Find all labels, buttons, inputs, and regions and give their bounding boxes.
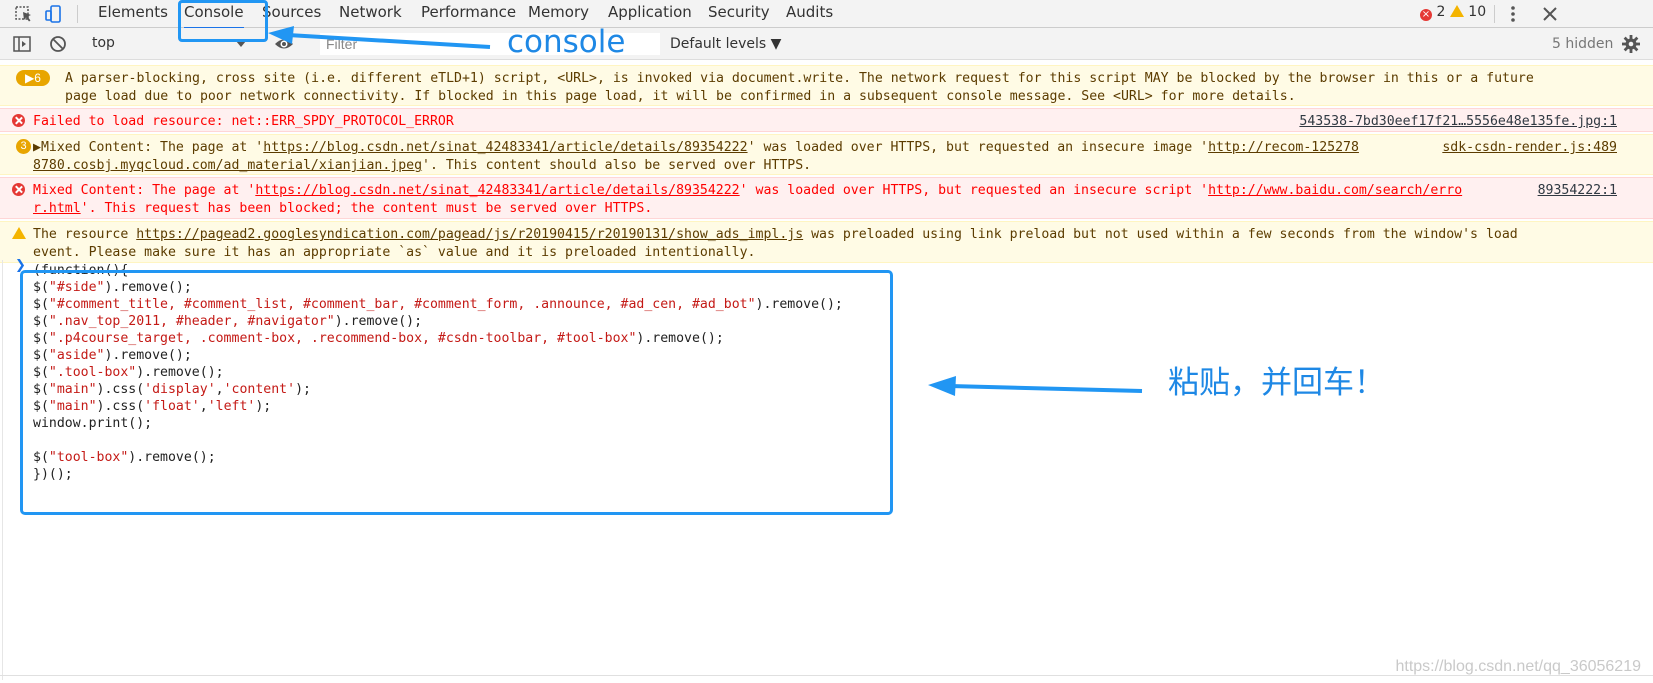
annotation-console-label: console (507, 24, 626, 60)
annotation-arrows (268, 26, 1143, 396)
watermark: https://blog.csdn.net/qq_36056219 (1395, 658, 1641, 675)
arrow-to-console-tab (268, 26, 491, 49)
annotation-paste-label: 粘贴，并回车！ (1168, 365, 1385, 401)
arrow-to-pasted-code (928, 376, 1143, 396)
